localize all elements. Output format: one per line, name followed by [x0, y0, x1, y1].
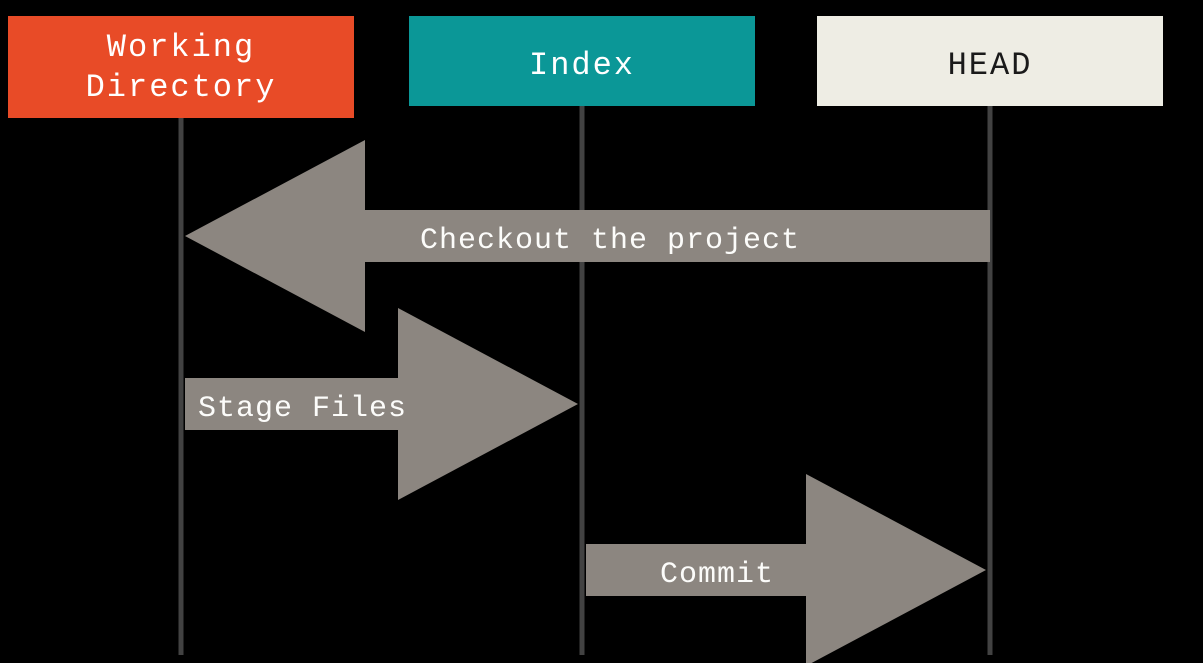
arrow-stage: Stage Files	[185, 308, 578, 500]
head-label: HEAD	[948, 47, 1033, 84]
checkout-label: Checkout the project	[420, 224, 800, 258]
working-label-line1: Working	[107, 29, 255, 66]
arrowhead-left-icon	[185, 140, 365, 332]
column-working-directory: Working Directory	[8, 16, 354, 118]
arrow-commit: Commit	[586, 474, 986, 663]
arrowhead-right-icon	[806, 474, 986, 663]
column-index: Index	[409, 16, 755, 106]
arrow-checkout: Checkout the project	[185, 140, 990, 332]
stage-label: Stage Files	[198, 392, 407, 426]
git-workflow-diagram: Working Directory Index HEAD Checkout th…	[0, 0, 1203, 663]
column-head: HEAD	[817, 16, 1163, 106]
working-label-line2: Directory	[86, 69, 277, 106]
arrowhead-right-icon	[398, 308, 578, 500]
commit-label: Commit	[660, 558, 774, 592]
index-label: Index	[529, 47, 635, 84]
